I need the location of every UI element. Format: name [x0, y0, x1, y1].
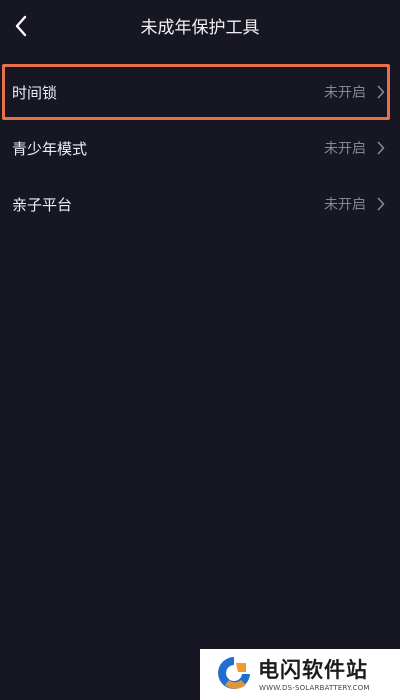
watermark-logo-icon [216, 655, 252, 693]
header: 未成年保护工具 [0, 0, 400, 58]
settings-item-teen-mode[interactable]: 青少年模式 未开启 [0, 120, 400, 176]
settings-item-time-lock[interactable]: 时间锁 未开启 [0, 64, 400, 120]
settings-list: 时间锁 未开启 青少年模式 未开启 亲子平台 未开启 [0, 64, 400, 232]
chevron-right-icon [375, 85, 387, 99]
page-title: 未成年保护工具 [140, 18, 260, 38]
settings-item-status: 未开启 [324, 85, 366, 101]
settings-item-parent-platform[interactable]: 亲子平台 未开启 [0, 176, 400, 232]
settings-item-status: 未开启 [324, 141, 366, 157]
settings-item-label: 青少年模式 [12, 139, 88, 158]
watermark-title: 电闪软件站 [258, 658, 368, 682]
settings-item-label: 时间锁 [12, 83, 58, 102]
chevron-right-icon [375, 197, 387, 211]
settings-item-label: 亲子平台 [12, 195, 73, 214]
settings-item-status: 未开启 [324, 197, 366, 213]
chevron-right-icon [375, 141, 387, 155]
watermark-url: WWW.DS-SOLARBATTERY.COM [259, 684, 370, 692]
watermark: 电闪软件站 WWW.DS-SOLARBATTERY.COM [200, 649, 400, 700]
